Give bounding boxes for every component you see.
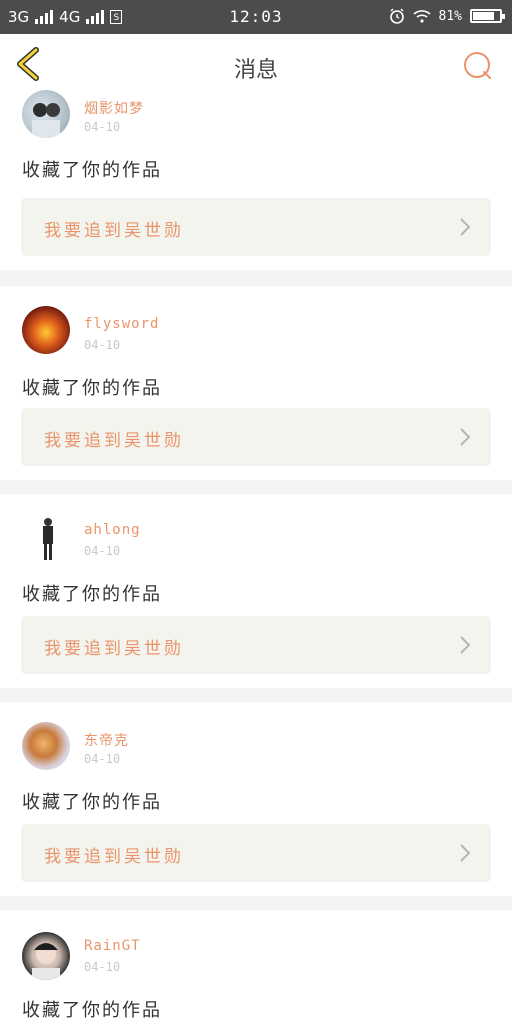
message-card: flysword 04-10 收藏了你的作品 我要追到吴世勋	[0, 286, 512, 480]
message-date: 04-10	[84, 544, 121, 558]
work-link[interactable]: 我要追到吴世勋	[21, 824, 491, 882]
username[interactable]: ahlong	[84, 522, 141, 538]
username[interactable]: flysword	[84, 316, 159, 332]
status-bar: 3G 4G S 12:03 81%	[0, 0, 512, 34]
chevron-right-icon	[460, 218, 471, 236]
message-date: 04-10	[84, 338, 121, 352]
chevron-right-icon	[460, 636, 471, 654]
message-action: 收藏了你的作品	[22, 1000, 162, 1021]
message-card: ahlong 04-10 收藏了你的作品 我要追到吴世勋	[0, 494, 512, 688]
work-title: 我要追到吴世勋	[44, 431, 184, 451]
battery-icon	[470, 9, 505, 23]
avatar[interactable]	[22, 932, 70, 980]
message-card: RainGT 04-10 收藏了你的作品	[0, 910, 512, 1024]
message-action: 收藏了你的作品	[22, 792, 162, 813]
avatar[interactable]	[22, 514, 70, 562]
username[interactable]: RainGT	[84, 938, 141, 954]
nav-bar: 消息	[0, 34, 512, 97]
work-link[interactable]: 我要追到吴世勋	[21, 198, 491, 256]
work-title: 我要追到吴世勋	[44, 639, 184, 659]
avatar[interactable]	[22, 306, 70, 354]
message-action: 收藏了你的作品	[22, 584, 162, 605]
message-action: 收藏了你的作品	[22, 160, 162, 181]
chevron-right-icon	[460, 428, 471, 446]
wifi-icon	[412, 10, 431, 23]
work-title: 我要追到吴世勋	[44, 847, 184, 867]
page-title: 消息	[233, 58, 278, 83]
battery-percent: 81%	[438, 8, 462, 24]
username[interactable]: 东帝克	[84, 730, 129, 750]
message-card: 烟影如梦 04-10 收藏了你的作品 我要追到吴世勋	[0, 90, 512, 270]
avatar[interactable]	[22, 722, 70, 770]
work-link[interactable]: 我要追到吴世勋	[21, 408, 491, 466]
search-icon[interactable]	[462, 50, 494, 82]
alarm-icon	[389, 8, 404, 24]
message-date: 04-10	[84, 960, 121, 974]
message-date: 04-10	[84, 120, 121, 134]
message-action: 收藏了你的作品	[22, 378, 162, 399]
message-card: 东帝克 04-10 收藏了你的作品 我要追到吴世勋	[0, 702, 512, 896]
work-link[interactable]: 我要追到吴世勋	[21, 616, 491, 674]
message-date: 04-10	[84, 752, 121, 766]
chevron-right-icon	[460, 844, 471, 862]
avatar[interactable]	[22, 90, 70, 138]
username[interactable]: 烟影如梦	[84, 98, 144, 118]
work-title: 我要追到吴世勋	[44, 221, 184, 241]
